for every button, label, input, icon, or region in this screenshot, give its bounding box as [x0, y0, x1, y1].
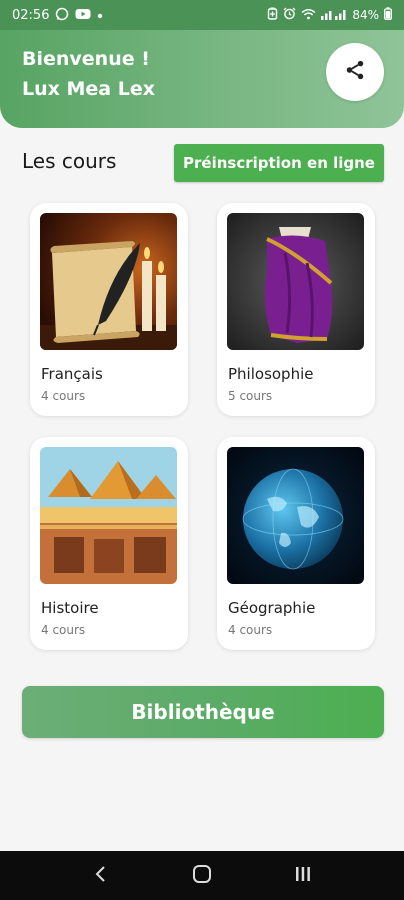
- course-count: 5 cours: [228, 389, 273, 403]
- course-image-geographie: [227, 447, 364, 584]
- course-image-histoire: [40, 447, 177, 584]
- course-name: Philosophie: [228, 365, 314, 383]
- course-name: Géographie: [228, 599, 316, 617]
- course-card-geographie[interactable]: Géographie 4 cours: [217, 437, 375, 650]
- course-card-francais[interactable]: Français 4 cours: [30, 203, 188, 416]
- recents-button[interactable]: [283, 856, 323, 896]
- clock: 02:56: [12, 7, 50, 23]
- home-button[interactable]: [182, 856, 222, 896]
- course-image-philosophie: [227, 213, 364, 350]
- user-name: Lux Mea Lex: [22, 78, 155, 100]
- course-card-philosophie[interactable]: Philosophie 5 cours: [217, 203, 375, 416]
- course-count: 4 cours: [228, 623, 273, 637]
- course-card-histoire[interactable]: Histoire 4 cours: [30, 437, 188, 650]
- signal-icon: [321, 8, 347, 23]
- courses-title: Les cours: [22, 149, 117, 173]
- wifi-icon: [301, 8, 316, 23]
- course-image-francais: [40, 213, 177, 350]
- course-name: Français: [41, 365, 103, 383]
- back-button[interactable]: [81, 856, 121, 896]
- share-icon: [344, 59, 366, 85]
- back-icon: [93, 865, 109, 887]
- status-bar: 02:56 84%: [0, 0, 404, 30]
- whatsapp-icon: [55, 7, 69, 24]
- library-button[interactable]: Bibliothèque: [22, 686, 384, 738]
- alarm-icon: [283, 7, 296, 23]
- dot-icon: [97, 9, 103, 22]
- greeting-title: Bienvenue !: [22, 48, 150, 70]
- system-nav-bar: [0, 851, 404, 900]
- battery-icon: [384, 7, 392, 23]
- recents-icon: [294, 865, 312, 887]
- home-icon: [192, 864, 212, 888]
- course-count: 4 cours: [41, 389, 86, 403]
- course-count: 4 cours: [41, 623, 86, 637]
- app-header: Bienvenue ! Lux Mea Lex: [0, 30, 404, 128]
- battery-saver-icon: [267, 7, 278, 23]
- battery-percentage: 84%: [352, 8, 379, 22]
- youtube-icon: [75, 8, 91, 23]
- preregistration-button[interactable]: Préinscription en ligne: [174, 144, 384, 182]
- greeting: Bienvenue ! Lux Mea Lex: [22, 44, 155, 104]
- course-name: Histoire: [41, 599, 99, 617]
- share-button[interactable]: [326, 43, 384, 101]
